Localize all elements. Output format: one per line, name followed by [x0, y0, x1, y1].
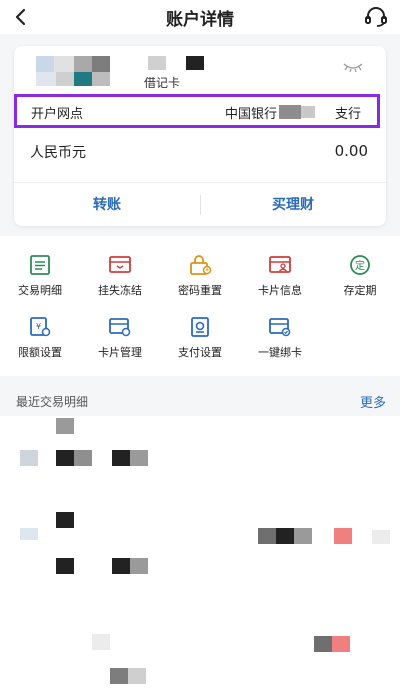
- service-label: 限额设置: [18, 346, 62, 359]
- fixed-deposit-icon: 定: [350, 255, 370, 275]
- svg-text:定: 定: [355, 259, 365, 272]
- payment-settings-icon: [191, 317, 209, 337]
- headset-icon[interactable]: [364, 6, 388, 28]
- branch-name-redaction: [279, 105, 301, 119]
- card-user-icon: [269, 256, 291, 273]
- service-label: 交易明细: [18, 284, 62, 297]
- card-header: 借记卡: [14, 46, 386, 88]
- top-bar: 账户详情: [0, 0, 400, 34]
- service-payment-settings[interactable]: 支付设置: [160, 316, 240, 372]
- account-card: 借记卡 开户网点 中国银行 支行 人民币元 0.00 转账 买理财: [14, 46, 386, 226]
- service-label: 存定期: [343, 284, 377, 297]
- branch-row: 开户网点 中国银行 支行: [14, 94, 380, 128]
- branch-name-prefix: 中国银行: [225, 107, 278, 122]
- transaction-row[interactable]: [0, 500, 400, 580]
- service-label: 卡片信息: [258, 284, 302, 297]
- buy-wealth-button[interactable]: 买理财: [200, 183, 386, 227]
- service-label: 挂失冻结: [98, 284, 142, 297]
- service-report-loss[interactable]: 挂失冻结: [80, 254, 160, 310]
- service-label: 密码重置: [178, 284, 222, 297]
- password-reset-icon: [190, 255, 212, 275]
- service-label: 卡片管理: [98, 346, 142, 359]
- svg-text:¥: ¥: [36, 322, 41, 331]
- transaction-row[interactable]: [0, 416, 400, 486]
- transfer-button[interactable]: 转账: [14, 183, 200, 227]
- card-number-mosaic: [36, 56, 204, 88]
- limit-settings-icon: ¥: [30, 317, 51, 337]
- currency-label: 人民币元: [30, 145, 86, 161]
- service-label: 支付设置: [178, 346, 222, 359]
- service-transaction-details[interactable]: 交易明细: [0, 254, 80, 310]
- service-label: 一键绑卡: [258, 346, 302, 359]
- page-title: 账户详情: [166, 10, 234, 30]
- service-card-management[interactable]: 卡片管理: [80, 316, 160, 372]
- balance-value: 0.00: [334, 142, 368, 160]
- eye-closed-icon[interactable]: [342, 60, 364, 74]
- card-actions: 转账 买理财: [14, 182, 386, 226]
- bind-card-icon: [269, 318, 291, 337]
- recent-transactions-title: 最近交易明细: [16, 395, 89, 409]
- service-card-info[interactable]: 卡片信息: [240, 254, 320, 310]
- service-fixed-deposit[interactable]: 定 存定期: [320, 254, 400, 310]
- branch-name-suffix: 支行: [335, 107, 362, 122]
- recent-transactions-header: 最近交易明细 更多: [0, 384, 400, 416]
- card-lock-icon: [109, 256, 131, 273]
- card-manage-icon: [109, 318, 131, 337]
- branch-name-redaction: [301, 106, 315, 118]
- service-password-reset[interactable]: 密码重置: [160, 254, 240, 310]
- card-type-label: 借记卡: [144, 76, 181, 88]
- more-link[interactable]: 更多: [360, 392, 386, 411]
- service-bind-card[interactable]: 一键绑卡: [240, 316, 320, 372]
- branch-label: 开户网点: [31, 107, 84, 122]
- service-grid: 交易明细 挂失冻结 密码重置 卡片信息 定 存定期 ¥ 限额设置 卡片管理 支付…: [0, 236, 400, 376]
- transaction-row[interactable]: [0, 622, 400, 700]
- transaction-list: [0, 416, 400, 700]
- service-limit-settings[interactable]: ¥ 限额设置: [0, 316, 80, 372]
- list-icon: [30, 255, 50, 275]
